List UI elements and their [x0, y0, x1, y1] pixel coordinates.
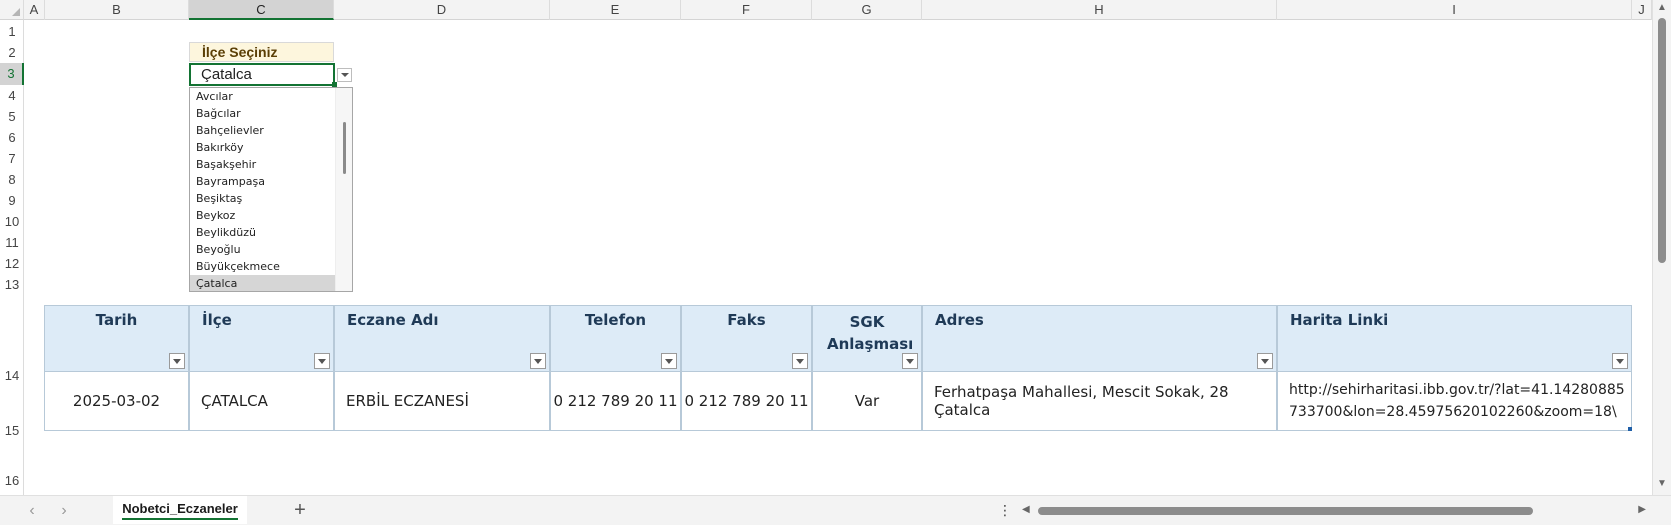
row-header-bar: 1 2 3 4 5 6 7 8 9 10 11 12 13 14 15 16 [0, 20, 24, 495]
cell-harita-linki[interactable]: http://sehirharitasi.ibb.gov.tr/?lat=41.… [1277, 372, 1632, 431]
row-header-8[interactable]: 8 [0, 169, 24, 190]
column-header-g[interactable]: G [812, 0, 922, 20]
plus-icon[interactable]: + [290, 500, 310, 520]
dropdown-option[interactable]: Bakırköy [190, 139, 336, 156]
cell-tarih[interactable]: 2025-03-02 [44, 372, 189, 431]
filter-dropdown-icon[interactable] [314, 353, 330, 369]
header-tarih: Tarih [44, 305, 189, 372]
row-header-13[interactable]: 13 [0, 274, 24, 295]
filter-dropdown-icon[interactable] [169, 353, 185, 369]
column-header-j[interactable]: J [1632, 0, 1652, 20]
column-header-b[interactable]: B [45, 0, 189, 20]
column-header-d[interactable]: D [334, 0, 550, 20]
table-resize-handle[interactable] [1628, 427, 1632, 431]
cell-adres[interactable]: Ferhatpaşa Mahallesi, Mescit Sokak, 28 Ç… [922, 372, 1277, 431]
dropdown-option[interactable]: Başakşehir [190, 156, 336, 173]
dropdown-option[interactable]: Avcılar [190, 88, 336, 105]
dropdown-option[interactable]: Bağcılar [190, 105, 336, 122]
select-all-corner[interactable] [0, 0, 24, 20]
dropdown-arrow-icon[interactable] [337, 68, 352, 82]
header-harita-linki: Harita Linki [1277, 305, 1632, 372]
dropdown-scrollbar[interactable] [335, 88, 352, 291]
row-header-10[interactable]: 10 [0, 211, 24, 232]
district-selector-title: İlçe Seçiniz [189, 42, 334, 62]
column-header-i[interactable]: I [1277, 0, 1632, 20]
row-header-15[interactable]: 15 [0, 421, 24, 441]
scroll-left-icon[interactable]: ◀ [1022, 504, 1030, 515]
row-header-7[interactable]: 7 [0, 148, 24, 169]
filter-dropdown-icon[interactable] [902, 353, 918, 369]
filter-dropdown-icon[interactable] [1257, 353, 1273, 369]
chevron-right-icon[interactable]: › [54, 501, 74, 521]
dropdown-option-selected[interactable]: Çatalca [190, 275, 336, 291]
column-header-e[interactable]: E [550, 0, 681, 20]
scroll-right-icon[interactable]: ▶ [1638, 504, 1646, 515]
cell-sgk[interactable]: Var [812, 372, 922, 431]
dropdown-option[interactable]: Beşiktaş [190, 190, 336, 207]
vertical-scroll-thumb[interactable] [1658, 18, 1666, 263]
column-header-h[interactable]: H [922, 0, 1277, 20]
dropdown-scroll-thumb[interactable] [343, 122, 346, 174]
header-eczane-adi: Eczane Adı [334, 305, 550, 372]
filter-dropdown-icon[interactable] [661, 353, 677, 369]
sheet-tabs-bar: ‹ › Nobetci_Eczaneler + ⋮ ◀ ▶ [0, 495, 1671, 525]
row-header-11[interactable]: 11 [0, 232, 24, 253]
sheet-tab-nobetci-eczaneler[interactable]: Nobetci_Eczaneler [113, 496, 247, 524]
cell-faks[interactable]: 0 212 789 20 11 [681, 372, 812, 431]
filter-dropdown-icon[interactable] [530, 353, 546, 369]
district-select-cell[interactable]: Çatalca [189, 63, 335, 86]
horizontal-scrollbar[interactable]: ◀ ▶ [1020, 504, 1650, 518]
row-header-9[interactable]: 9 [0, 190, 24, 211]
dropdown-option[interactable]: Büyükçekmece [190, 258, 336, 275]
row-header-12[interactable]: 12 [0, 253, 24, 274]
column-header-a[interactable]: A [24, 0, 45, 20]
vertical-ellipsis-icon[interactable]: ⋮ [998, 500, 1012, 520]
header-sgk: SGK Anlaşması [812, 305, 922, 372]
header-adres: Adres [922, 305, 1277, 372]
dropdown-option[interactable]: Beykoz [190, 207, 336, 224]
row-header-16[interactable]: 16 [0, 471, 24, 491]
district-dropdown-list[interactable]: Avcılar Bağcılar Bahçelievler Bakırköy B… [189, 87, 353, 292]
row-header-1[interactable]: 1 [0, 22, 24, 42]
header-faks: Faks [681, 305, 812, 372]
column-header-c[interactable]: C [189, 0, 334, 20]
row-header-4[interactable]: 4 [0, 85, 24, 106]
cell-telefon[interactable]: 0 212 789 20 11 [550, 372, 681, 431]
horizontal-scroll-thumb[interactable] [1038, 507, 1533, 515]
dropdown-option[interactable]: Beyoğlu [190, 241, 336, 258]
scroll-down-icon[interactable]: ▼ [1657, 478, 1667, 489]
row-header-5[interactable]: 5 [0, 106, 24, 127]
scroll-up-icon[interactable]: ▲ [1657, 2, 1667, 13]
filter-dropdown-icon[interactable] [792, 353, 808, 369]
header-ilce: İlçe [189, 305, 334, 372]
row-header-6[interactable]: 6 [0, 127, 24, 148]
vertical-scrollbar[interactable]: ▲ ▼ [1652, 0, 1671, 495]
dropdown-option[interactable]: Beylikdüzü [190, 224, 336, 241]
row-header-14[interactable]: 14 [0, 366, 24, 386]
cell-ilce[interactable]: ÇATALCA [189, 372, 334, 431]
column-header-f[interactable]: F [681, 0, 812, 20]
dropdown-option[interactable]: Bahçelievler [190, 122, 336, 139]
row-header-2[interactable]: 2 [0, 42, 24, 63]
row-header-3[interactable]: 3 [0, 63, 24, 85]
cell-eczane-adi[interactable]: ERBİL ECZANESİ [334, 372, 550, 431]
header-telefon: Telefon [550, 305, 681, 372]
chevron-left-icon[interactable]: ‹ [22, 501, 42, 521]
filter-dropdown-icon[interactable] [1612, 353, 1628, 369]
dropdown-option[interactable]: Bayrampaşa [190, 173, 336, 190]
column-header-bar: A B C D E F G H I J [0, 0, 1652, 20]
